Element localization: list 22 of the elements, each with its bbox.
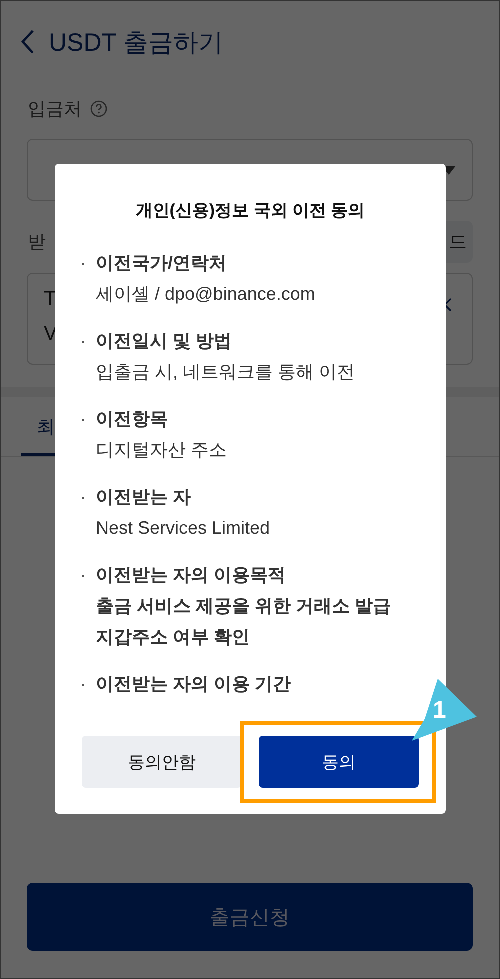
item-heading: 이전항목 bbox=[96, 408, 169, 431]
item-heading: 이전받는 자의 이용목적 bbox=[96, 564, 288, 587]
field-label: 받 bbox=[28, 231, 46, 254]
pointer-arrow bbox=[411, 679, 477, 741]
item-detail: 지갑주소 여부 확인 bbox=[96, 626, 252, 649]
item-detail: 디지털자산 주소 bbox=[96, 439, 228, 462]
item-detail: 입출금 시, 네트워크를 통해 이전 bbox=[96, 361, 356, 384]
agree-button[interactable]: 동의 bbox=[259, 736, 419, 788]
help-icon[interactable] bbox=[90, 100, 108, 118]
item-detail: 세이셸 / dpo@binance.com bbox=[96, 283, 316, 306]
item-heading: 이전일시 및 방법 bbox=[96, 330, 234, 353]
decline-button[interactable]: 동의안함 bbox=[82, 736, 242, 788]
item-heading: 이전국가/연락처 bbox=[96, 252, 228, 275]
item-heading: 이전받는 자 bbox=[96, 486, 192, 509]
field-label: 입금처 bbox=[28, 98, 82, 121]
page-title: USDT 출금하기 bbox=[49, 28, 224, 58]
back-icon[interactable] bbox=[21, 29, 35, 55]
item-heading: 이전받는 자의 이용 기간 bbox=[96, 673, 292, 696]
step-number: 1 bbox=[433, 697, 446, 725]
dialog-title: 개인(신용)정보 국외 이전 동의 bbox=[134, 200, 366, 222]
item-detail: Nest Services Limited bbox=[96, 517, 270, 540]
item-detail: 출금 서비스 제공을 위한 거래소 발급 bbox=[96, 595, 392, 618]
